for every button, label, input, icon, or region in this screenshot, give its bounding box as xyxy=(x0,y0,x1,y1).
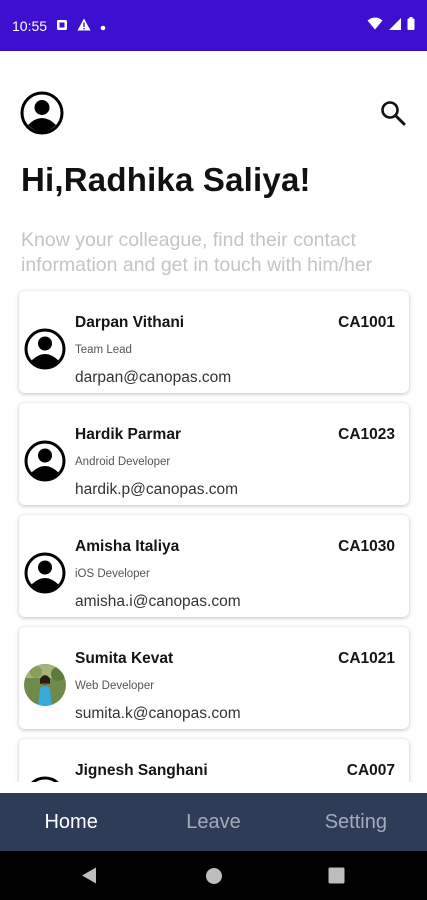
person-icon xyxy=(24,440,66,482)
status-time: 10:55 xyxy=(12,17,48,34)
recents-square-icon xyxy=(328,867,345,884)
employee-code: CA1001 xyxy=(338,314,395,331)
employee-code: CA1021 xyxy=(338,650,395,667)
employee-card[interactable]: Sumita Kevat CA1021 Web Developer sumita… xyxy=(19,627,409,729)
dot-icon xyxy=(100,18,106,34)
status-bar: 10:55 xyxy=(0,0,427,51)
employee-role: Android Developer xyxy=(75,456,171,468)
employee-name: Sumita Kevat xyxy=(75,650,174,667)
employee-role: Web Developer xyxy=(75,680,155,692)
person-icon xyxy=(24,552,66,594)
employee-email: hardik.p@canopas.com xyxy=(75,481,239,498)
employee-email: amisha.i@canopas.com xyxy=(75,593,241,610)
back-triangle-icon xyxy=(82,867,96,884)
employee-code: CA007 xyxy=(346,762,395,779)
notification-icon xyxy=(56,18,68,34)
person-icon xyxy=(24,328,66,370)
employee-code: CA1030 xyxy=(338,538,395,555)
employee-email: darpan@canopas.com xyxy=(75,369,232,386)
search-icon xyxy=(381,101,406,126)
employee-card[interactable]: Jignesh Sanghani CA007 xyxy=(19,739,409,782)
employee-name: Hardik Parmar xyxy=(75,426,181,443)
employee-email: sumita.k@canopas.com xyxy=(75,705,241,722)
home-button[interactable] xyxy=(205,867,223,890)
back-button[interactable] xyxy=(80,866,98,890)
employee-list[interactable]: Darpan Vithani CA1001 Team Lead darpan@c… xyxy=(0,282,427,782)
search-button[interactable] xyxy=(379,99,407,127)
system-navigation-bar xyxy=(0,851,427,900)
wifi-icon xyxy=(367,17,383,35)
nav-setting-tab[interactable]: Setting xyxy=(285,793,427,851)
employee-card[interactable]: Hardik Parmar CA1023 Android Developer h… xyxy=(19,403,409,505)
profile-avatar-button[interactable] xyxy=(20,91,64,135)
employee-code: CA1023 xyxy=(338,426,395,443)
person-icon xyxy=(24,776,66,782)
nav-leave-tab[interactable]: Leave xyxy=(142,793,284,851)
greeting-title: Hi,Radhika Saliya! xyxy=(21,161,311,198)
header-row xyxy=(20,90,407,136)
recents-button[interactable] xyxy=(328,867,345,889)
bottom-navigation: Home Leave Setting xyxy=(0,793,427,851)
warning-icon xyxy=(77,18,91,34)
employee-photo xyxy=(24,664,66,706)
employee-card[interactable]: Darpan Vithani CA1001 Team Lead darpan@c… xyxy=(19,291,409,393)
nav-home-tab[interactable]: Home xyxy=(0,793,142,851)
account-circle-icon xyxy=(20,91,64,135)
employee-role: iOS Developer xyxy=(75,568,150,580)
employee-card[interactable]: Amisha Italiya CA1030 iOS Developer amis… xyxy=(19,515,409,617)
employee-name: Jignesh Sanghani xyxy=(75,762,208,779)
employee-name: Darpan Vithani xyxy=(75,314,185,331)
employee-name: Amisha Italiya xyxy=(75,538,180,555)
battery-icon xyxy=(407,16,415,35)
home-circle-icon xyxy=(206,868,222,884)
greeting-subtitle: Know your colleague, find their contact … xyxy=(21,229,373,276)
signal-icon xyxy=(389,17,401,35)
employee-role: Team Lead xyxy=(75,344,132,356)
